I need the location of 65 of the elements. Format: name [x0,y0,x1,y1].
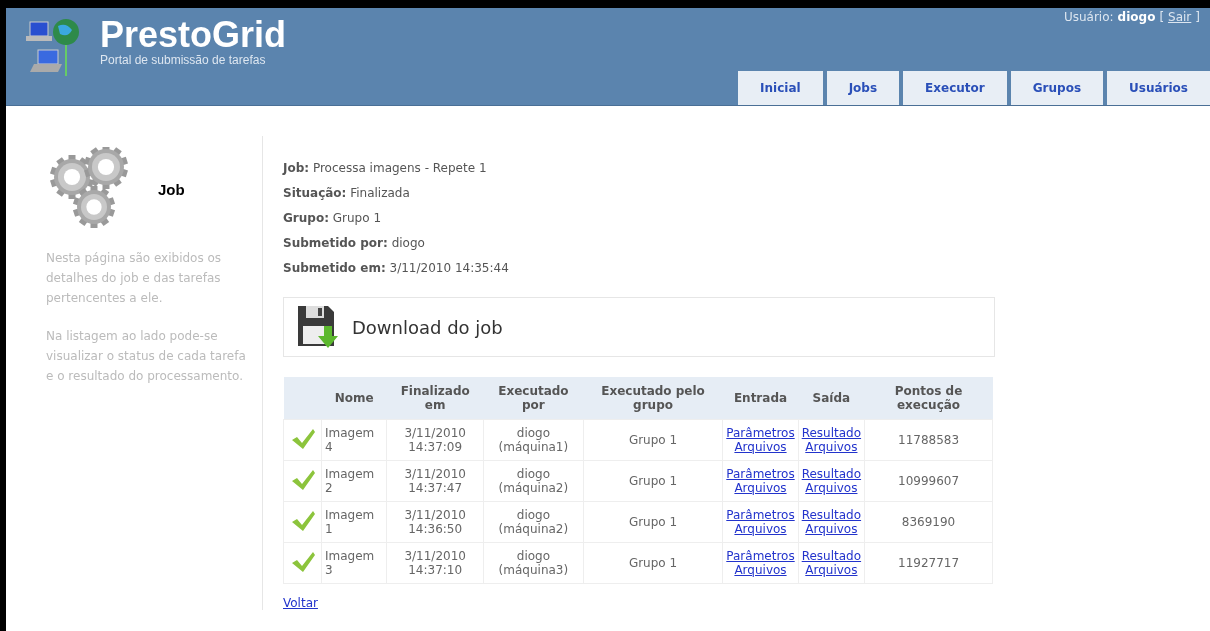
bracket: [ [1159,10,1165,24]
detail-line: Grupo: Grupo 1 [283,210,382,227]
detail-line: Submetido em: 3/11/2010 14:35:44 [283,260,510,277]
parameters-link[interactable]: Parâmetros [726,508,795,522]
detail-line: Situação: Finalizada [283,185,411,202]
download-link[interactable]: Download do job [352,316,503,338]
table-cell: diogo (máquina1) [483,419,584,461]
table-cell: 8369190 [864,501,993,543]
bracket: ] [1195,10,1200,24]
table-cell: 11788583 [864,419,993,461]
table-cell: 10999607 [864,460,993,502]
help-text: Nesta página são exibidos os detalhes do job e das tarefas pertencentes a ele. [46,250,223,307]
files-link[interactable]: Arquivos [801,440,862,454]
table-cell: 3/11/2010 14:36:50 [386,501,484,543]
detail-line: Job: Processa imagens - Repete 1 [283,160,488,177]
column-header: Pontos de execução [864,377,993,420]
nav-tab[interactable]: Jobs [826,71,900,105]
table-cell: 3/11/2010 14:37:10 [386,542,484,584]
table-cell: Grupo 1 [583,542,723,584]
nav-tab[interactable]: Executor [903,71,1007,105]
nav-tab[interactable]: Usuários [1107,71,1210,105]
table-cell: Grupo 1 [583,460,723,502]
files-link[interactable]: Arquivos [726,440,795,454]
parameters-link[interactable]: Parâmetros [726,426,795,440]
back-link[interactable]: Voltar [283,596,318,610]
files-link[interactable]: Arquivos [726,522,795,536]
table-cell: Grupo 1 [583,501,723,543]
table-cell: Imagem 1 [321,501,387,543]
nav-tab[interactable]: Inicial [738,71,823,105]
result-link[interactable]: Resultado [801,426,862,440]
nav-tab[interactable]: Grupos [1010,71,1104,105]
column-header: Finalizado em [386,377,484,420]
table-cell: Imagem 2 [321,460,387,502]
table-cell: diogo (máquina2) [483,460,584,502]
table-cell: Grupo 1 [583,419,723,461]
parameters-link[interactable]: Parâmetros [726,549,795,563]
table-cell: diogo (máquina3) [483,542,584,584]
detail-line: Submetido por: diogo [283,235,426,252]
table-cell: 3/11/2010 14:37:09 [386,419,484,461]
files-link[interactable]: Arquivos [801,481,862,495]
user-label: Usuário: [1063,10,1114,24]
parameters-link[interactable]: Parâmetros [726,467,795,481]
user-name: diogo [1117,10,1156,24]
files-link[interactable]: Arquivos [801,563,862,577]
table-cell: 3/11/2010 14:37:47 [386,460,484,502]
site-title: PrestoGrid [100,16,287,54]
table-cell: 11927717 [864,542,993,584]
table-cell: Imagem 4 [321,419,387,461]
column-header: Executado por [483,377,584,420]
site-subtitle: Portal de submissão de tarefas [100,54,267,67]
column-header: Nome [321,377,387,420]
files-link[interactable]: Arquivos [726,481,795,495]
files-link[interactable]: Arquivos [726,563,795,577]
column-header: Saída [798,377,865,420]
table-cell: diogo (máquina2) [483,501,584,543]
help-text: Na listagem ao lado pode-se visualizar o status de cada tarefa e o resultado do processamento. [46,328,247,385]
column-header: Executado pelo grupo [583,377,723,420]
column-header: Entrada [722,377,799,420]
files-link[interactable]: Arquivos [801,522,862,536]
sidebar-title: Job [158,180,185,198]
table-cell: Imagem 3 [321,542,387,584]
result-link[interactable]: Resultado [801,549,862,563]
result-link[interactable]: Resultado [801,508,862,522]
floppy-download-icon[interactable] [296,304,338,350]
result-link[interactable]: Resultado [801,467,862,481]
